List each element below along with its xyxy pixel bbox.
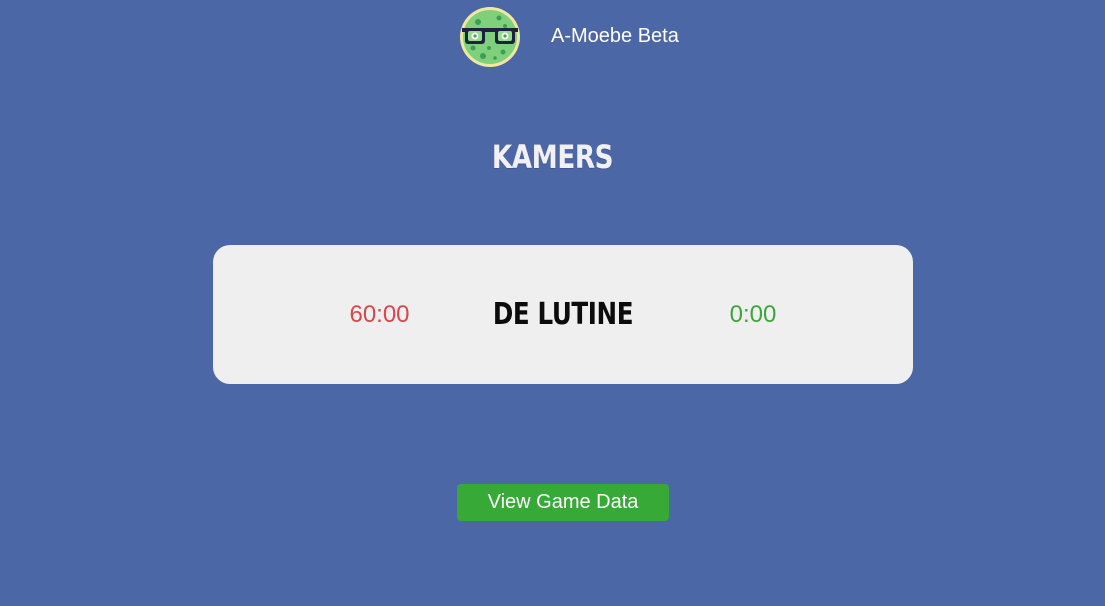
time-remaining: 60:00 <box>349 301 410 328</box>
room-card[interactable]: 60:00 DE LUTINE 0:00 <box>213 245 913 384</box>
room-name: DE LUTINE <box>492 297 634 332</box>
time-elapsed: 0:00 <box>729 301 777 328</box>
app-header: A-Moebe Beta <box>0 0 1105 76</box>
amoeba-logo-icon[interactable] <box>459 6 521 68</box>
page-title: KAMERS <box>491 138 614 176</box>
app-title: A-Moebe Beta <box>551 25 679 47</box>
view-game-data-button[interactable]: View Game Data <box>457 484 669 521</box>
